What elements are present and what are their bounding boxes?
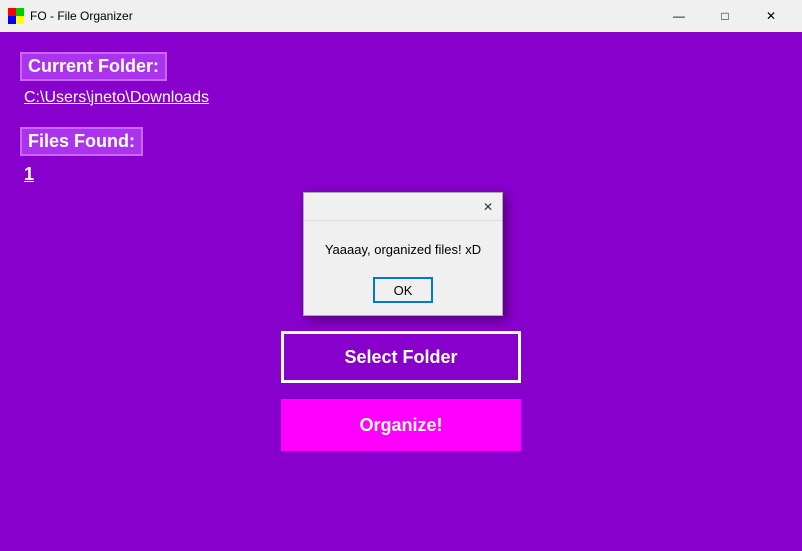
dialog-close-button[interactable]: ✕ <box>478 197 498 217</box>
app-icon <box>8 8 24 24</box>
current-folder-label: Current Folder: <box>20 52 167 81</box>
dialog-title-bar: ✕ <box>304 193 502 221</box>
window-title: FO - File Organizer <box>30 9 656 23</box>
dialog-message: Yaaaay, organized files! xD <box>304 221 502 269</box>
window-controls: — □ ✕ <box>656 0 794 32</box>
dialog-ok-button[interactable]: OK <box>373 277 433 303</box>
files-found-label: Files Found: <box>20 127 143 156</box>
files-found-section: Files Found: 1 <box>20 127 782 185</box>
title-bar: FO - File Organizer — □ ✕ <box>0 0 802 32</box>
main-content: Current Folder: C:\Users\jneto\Downloads… <box>0 32 802 551</box>
dialog-footer: OK <box>304 269 502 315</box>
select-folder-button[interactable]: Select Folder <box>281 331 521 383</box>
files-found-count: 1 <box>20 164 782 185</box>
close-button[interactable]: ✕ <box>748 0 794 32</box>
success-dialog: ✕ Yaaaay, organized files! xD OK <box>303 192 503 316</box>
organize-button[interactable]: Organize! <box>281 399 521 451</box>
current-folder-section: Current Folder: C:\Users\jneto\Downloads <box>20 52 782 107</box>
buttons-area: Select Folder Organize! <box>281 331 521 451</box>
maximize-button[interactable]: □ <box>702 0 748 32</box>
minimize-button[interactable]: — <box>656 0 702 32</box>
current-folder-path: C:\Users\jneto\Downloads <box>20 89 782 107</box>
